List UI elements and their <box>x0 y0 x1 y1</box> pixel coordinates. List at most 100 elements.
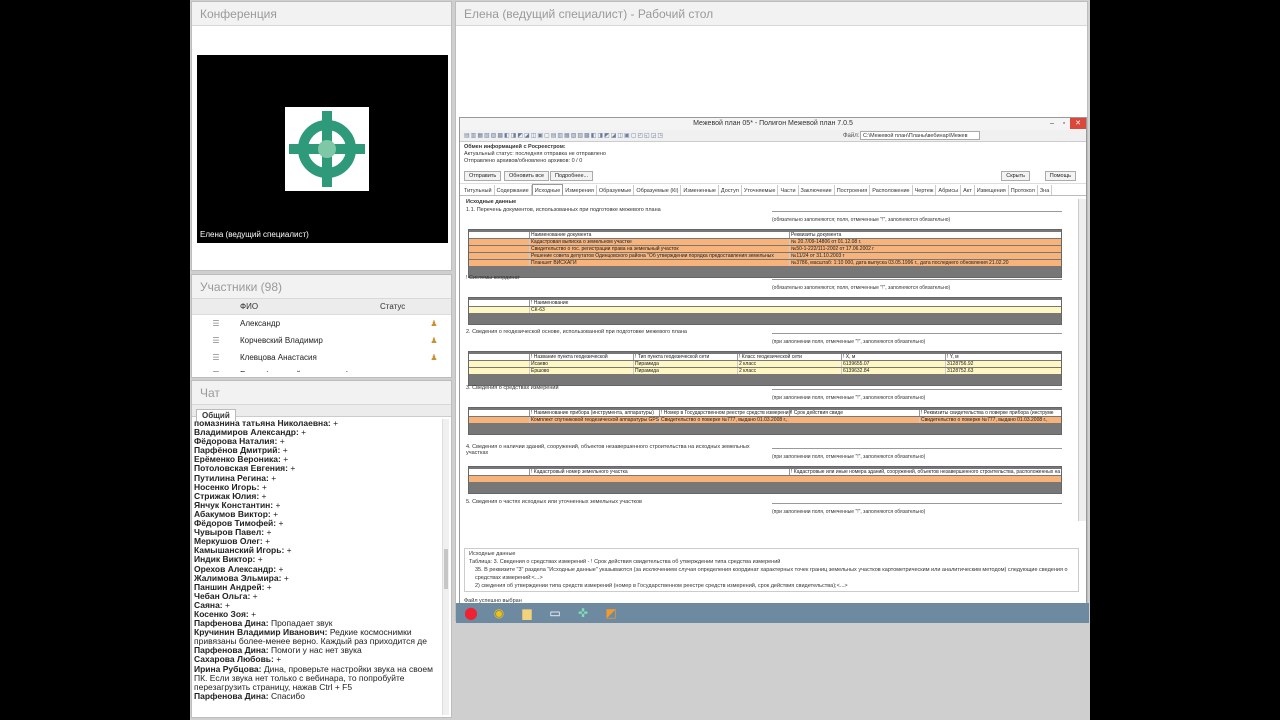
office-icon[interactable]: ◩ <box>602 605 620 621</box>
polygon-app-icon[interactable]: ✜ <box>574 605 592 621</box>
data-grid[interactable]: Наименование документа Реквизиты документ… <box>468 229 1062 278</box>
data-grid[interactable]: ! Наименование прибора (инструмента, апп… <box>468 407 1062 435</box>
more-button[interactable]: Подробнее... <box>550 171 594 181</box>
tab-4[interactable]: Образуемые <box>597 185 635 195</box>
tab-18[interactable]: Зна <box>1038 185 1053 195</box>
grid-cell[interactable]: 3128752.63 <box>945 368 1049 374</box>
grid-cell[interactable]: Свидетельство о гос. регистрации права н… <box>529 246 789 252</box>
grid-row[interactable] <box>469 476 1061 482</box>
grid-column-header[interactable]: ! X, м <box>841 354 945 360</box>
grid-cell[interactable]: Пирамида <box>633 361 737 367</box>
grid-cell[interactable]: Планшет ВИСХАГИ <box>529 260 789 266</box>
grid-column-header[interactable]: ! Реквизиты свидетельства о поверке приб… <box>919 410 1054 416</box>
tab-10[interactable]: Заключение <box>799 185 835 195</box>
grid-cell[interactable]: 2 класс <box>737 361 841 367</box>
grid-column-header[interactable]: Наименование документа <box>529 232 789 238</box>
grid-row[interactable]: Комплект спутниковой геодезической аппар… <box>469 417 1061 423</box>
folder-icon[interactable]: ▆ <box>518 605 536 621</box>
tab-7[interactable]: Доступ <box>719 185 742 195</box>
grid-cell[interactable]: №11/24 от 31.10.2003 г <box>789 253 1049 259</box>
tab-1[interactable]: Содержание <box>495 185 532 195</box>
tab-16[interactable]: Извещения <box>975 185 1009 195</box>
grid-row[interactable]: Исаево Пирамида 2 класс 6139655.07 3128756.9… <box>469 361 1061 367</box>
close-icon[interactable]: ✕ <box>1070 118 1086 129</box>
grid-row[interactable]: Свидетельство о гос. регистрации права н… <box>469 246 1061 252</box>
help-button[interactable]: Помощь <box>1044 171 1076 181</box>
grid-column-header[interactable]: ! Наименование прибора (инструмента, апп… <box>529 410 659 416</box>
tab-2[interactable]: Исходные <box>531 184 564 195</box>
grid-column-header[interactable]: ! Номер в Государственном реестре средст… <box>659 410 791 416</box>
grid-cell[interactable]: 6139632.84 <box>841 368 945 374</box>
chrome-icon[interactable]: ◉ <box>490 605 508 621</box>
grid-column-header[interactable]: Реквизиты документа <box>789 232 1049 238</box>
grid-cell[interactable]: Исаево <box>529 361 633 367</box>
grid-row[interactable]: Кадастровая выписка о земельном участке №… <box>469 239 1061 245</box>
window-icon[interactable]: ▭ <box>546 605 564 621</box>
grid-column-header[interactable]: ! Название пункта геодезической <box>529 354 633 360</box>
participant-row[interactable]: ☰ Корчевский Владимир ♟ <box>192 332 451 349</box>
grid-cell[interactable]: Кадастровая выписка о земельном участке <box>529 239 789 245</box>
form-scrollbar[interactable] <box>1078 199 1086 521</box>
hide-button[interactable]: Скрыть <box>1001 171 1030 181</box>
grid-cell[interactable]: Решение совета депутатов Одинцовского ра… <box>529 253 789 259</box>
tab-13[interactable]: Чертеж <box>913 185 937 195</box>
maximize-icon[interactable]: ▫ <box>1058 118 1070 129</box>
grid-cell[interactable]: СК-63 <box>529 307 1049 313</box>
data-grid[interactable]: ! Название пункта геодезической! Тип пун… <box>468 351 1062 386</box>
grid-cell[interactable]: Пирамида <box>633 368 737 374</box>
tab-6[interactable]: Измененные <box>681 185 719 195</box>
send-button[interactable]: Отправить <box>464 171 502 181</box>
minimize-icon[interactable]: – <box>1046 118 1058 129</box>
grid-column-header[interactable]: ! Класс геодезической сети <box>737 354 841 360</box>
menu-icon[interactable]: ☰ <box>192 332 240 349</box>
tab-8[interactable]: Уточняемые <box>742 185 779 195</box>
tab-12[interactable]: Расположение <box>870 185 913 195</box>
grid-cell[interactable]: 3128756.92 <box>945 361 1049 367</box>
grid-column-header[interactable]: ! Y, м <box>945 354 1049 360</box>
grid-cell[interactable]: №50-1-222/111-2002 от 17.06.2002 г <box>789 246 1049 252</box>
toolbar-icons[interactable]: ▤▥▦▧▨▩◧◨◩◪◫▣▢▤▥▦▧▨▩◧◨◩◪◫▣▢◰◱◲◳ <box>464 133 664 139</box>
grid-cell[interactable]: №3786, масштаб: 1:10 000, дата выпуска 0… <box>789 260 1049 266</box>
grid-cell[interactable]: 2 класс <box>737 368 841 374</box>
tab-14[interactable]: Абрисы <box>936 185 962 195</box>
app-title: Межевой план 05* - Полигон Межевой план … <box>693 120 853 127</box>
chat-title: Чат <box>192 381 451 405</box>
menu-icon[interactable]: ☰ <box>192 366 240 372</box>
chat-scrollbar[interactable] <box>442 419 449 715</box>
tab-9[interactable]: Части <box>778 185 799 195</box>
grid-column-header[interactable]: ! Тип пункта геодезической сети <box>633 354 737 360</box>
tab-15[interactable]: Акт <box>961 185 975 195</box>
grid-column-header[interactable]: ! Срок действия свиде <box>789 410 919 416</box>
grid-cell[interactable]: Свидетельство о поверке №777, выдано 01.… <box>659 417 789 423</box>
grid-cell[interactable]: Ершово <box>529 368 633 374</box>
tab-3[interactable]: Измерения <box>563 185 597 195</box>
file-path-field[interactable]: C:\Межевой план\Планы\вебинар\Межев <box>860 131 980 140</box>
tab-11[interactable]: Построения <box>835 185 871 195</box>
grid-row[interactable]: Ершово Пирамида 2 класс 6139632.84 3128752.6… <box>469 368 1061 374</box>
grid-cell[interactable]: 6139655.07 <box>841 361 945 367</box>
tab-17[interactable]: Протокол <box>1009 185 1038 195</box>
tab-0[interactable]: Титульный <box>462 185 495 195</box>
tab-5[interactable]: Образуемые (Кi) <box>634 185 682 195</box>
grid-column-header[interactable]: ! Кадастровые или иные номера зданий, со… <box>789 469 1061 475</box>
data-grid[interactable]: ! Наименование СК-63 <box>468 297 1062 325</box>
grid-row[interactable]: Планшет ВИСХАГИ №3786, масштаб: 1:10 000,… <box>469 260 1061 266</box>
update-all-button[interactable]: Обновить все <box>504 171 550 181</box>
chat-text: Спасибо <box>270 690 306 701</box>
section-label: 5. Сведения о частях исходных или уточне… <box>466 499 642 505</box>
participant-row[interactable]: ☰ Клевцова Анастасия ♟ <box>192 349 451 366</box>
grid-cell[interactable]: № 20.7/09-14806 от 01.12.08 г. <box>789 239 1049 245</box>
grid-row[interactable]: Решение совета депутатов Одинцовского ра… <box>469 253 1061 259</box>
menu-icon[interactable]: ☰ <box>192 349 240 366</box>
grid-cell[interactable]: Комплект спутниковой геодезической аппар… <box>529 417 659 423</box>
grid-column-header[interactable]: ! Наименование <box>529 300 1049 306</box>
opera-icon[interactable]: ⬤ <box>462 605 480 621</box>
participant-row[interactable]: ☰ Александр ♟ <box>192 315 451 332</box>
grid-row[interactable]: СК-63 <box>469 307 1061 313</box>
participant-row[interactable]: ☰Елена (ведущий специалист) <box>192 366 451 372</box>
data-grid[interactable]: ! Кадастровый номер земельного участка! … <box>468 466 1062 494</box>
grid-column-header[interactable]: ! Кадастровый номер земельного участка <box>529 469 789 475</box>
toolbar: ▤▥▦▧▨▩◧◨◩◪◫▣▢▤▥▦▧▨▩◧◨◩◪◫▣▢◰◱◲◳ Файл: C:\… <box>460 130 1086 142</box>
menu-icon[interactable]: ☰ <box>192 315 240 332</box>
grid-cell[interactable]: Свидетельство о поверке №777, выдано 01.… <box>919 417 1049 423</box>
